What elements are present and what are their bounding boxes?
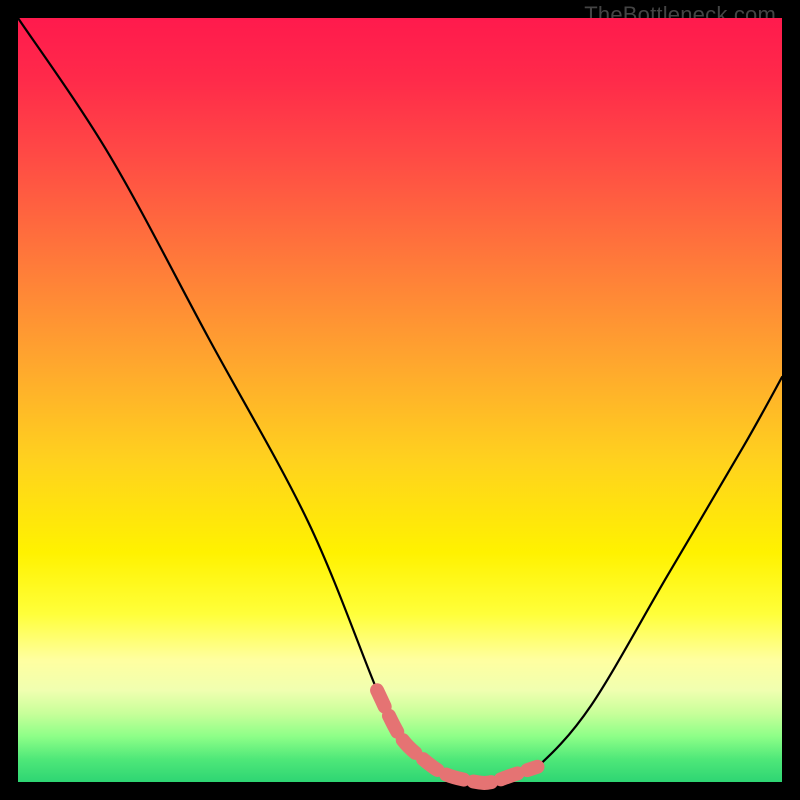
- bottleneck-curve-line: [18, 18, 782, 783]
- marker-segment-line: [377, 690, 537, 783]
- chart-plot-area: [18, 18, 782, 782]
- chart-svg: [18, 18, 782, 782]
